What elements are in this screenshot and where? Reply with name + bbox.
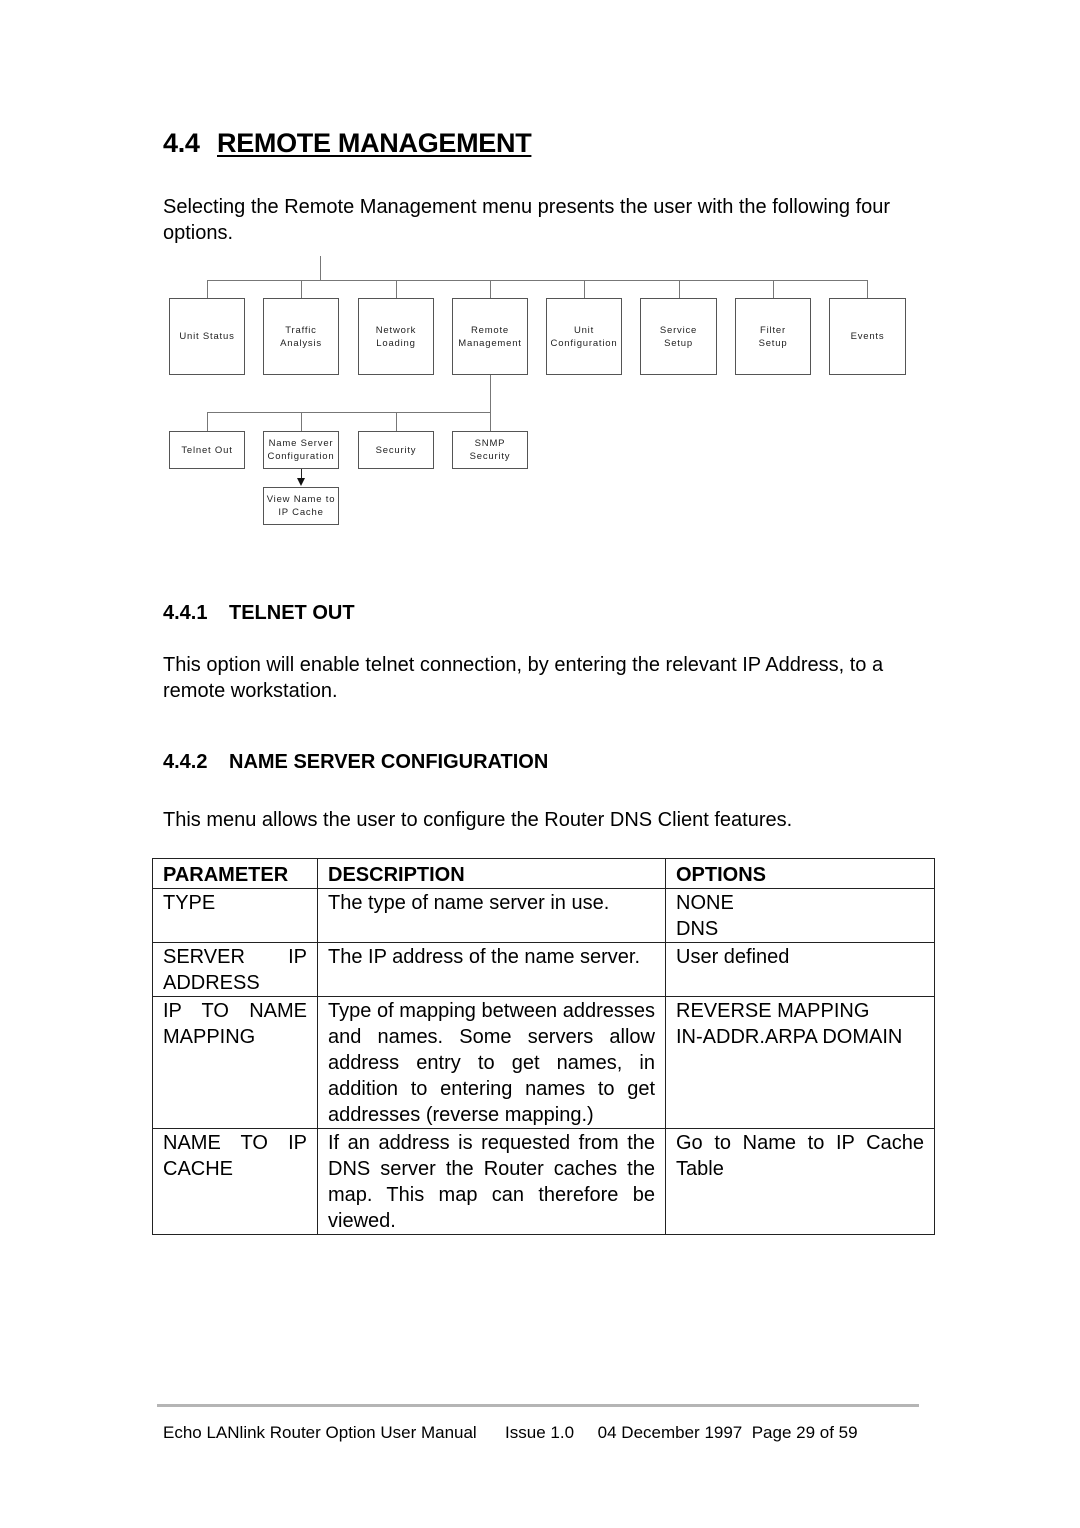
subsection-title: TELNET OUT [229, 602, 355, 624]
cell-description: Type of mapping between addresses and na… [317, 996, 666, 1129]
connector-line [867, 280, 868, 299]
menu-tree-diagram: Unit Status Traffic Analysis Network Loa… [0, 0, 1080, 560]
connector-line [679, 280, 680, 299]
table-row: NAME TO IP CACHE If an address is reques… [152, 1128, 935, 1235]
cell-options: REVERSE MAPPING IN-ADDR.ARPA DOMAIN [665, 996, 935, 1129]
menu-node-snmp-security: SNMP Security [452, 431, 528, 469]
menu-node-unit-configuration: Unit Configuration [546, 298, 622, 375]
connector-line [490, 280, 491, 299]
arrow-down-icon [297, 478, 305, 486]
name-server-paragraph: This menu allows the user to configure t… [163, 809, 793, 831]
page-footer: Echo LANlink Router Option User Manual I… [163, 1423, 858, 1443]
menu-node-unit-status: Unit Status [169, 298, 245, 375]
menu-node-traffic-analysis: Traffic Analysis [263, 298, 339, 375]
cell-parameter: NAME TO IP CACHE [152, 1128, 318, 1235]
cell-options: NONE DNS [665, 888, 935, 943]
table-header-row: PARAMETER DESCRIPTION OPTIONS [152, 858, 935, 889]
menu-node-events: Events [829, 298, 906, 375]
cell-parameter: TYPE [152, 888, 318, 943]
menu-node-filter-setup: Filter Setup [735, 298, 811, 375]
column-header-parameter: PARAMETER [152, 858, 318, 889]
option-value: Go to Name to IP Cache Table [676, 1132, 924, 1180]
connector-line [207, 280, 208, 299]
connector-line [490, 375, 491, 432]
subsection-heading-telnet: 4.4.1 TELNET OUT [163, 602, 355, 625]
connector-line [207, 412, 490, 413]
cell-options: User defined [665, 942, 935, 997]
cell-description: The IP address of the name server. [317, 942, 666, 997]
connector-line [301, 280, 302, 299]
connector-line [396, 280, 397, 299]
connector-line [301, 412, 302, 431]
connector-line [320, 256, 321, 281]
footer-date-page: 04 December 1997 Page 29 of 59 [597, 1423, 858, 1442]
cell-options: Go to Name to IP Cache Table [665, 1128, 935, 1235]
option-value: IN-ADDR.ARPA DOMAIN [676, 1026, 903, 1048]
column-header-options: OPTIONS [665, 858, 935, 889]
subsection-title: NAME SERVER CONFIGURATION [229, 751, 549, 773]
subsection-number: 4.4.2 [163, 751, 208, 773]
option-value: NONE [676, 892, 734, 914]
table-row: SERVER IP ADDRESS The IP address of the … [152, 942, 935, 997]
menu-node-remote-management: Remote Management [452, 298, 528, 375]
parameter-table: PARAMETER DESCRIPTION OPTIONS TYPE The t… [152, 858, 935, 1235]
connector-line [396, 412, 397, 431]
connector-line [207, 280, 868, 281]
option-value: User defined [676, 946, 790, 968]
column-header-description: DESCRIPTION [317, 858, 666, 889]
cell-parameter: SERVER IP ADDRESS [152, 942, 318, 997]
option-value: DNS [676, 918, 719, 940]
cell-description: The type of name server in use. [317, 888, 666, 943]
table-row: IP TO NAME MAPPING Type of mapping betwe… [152, 996, 935, 1129]
cell-parameter: IP TO NAME MAPPING [152, 996, 318, 1129]
connector-line [584, 280, 585, 299]
footer-issue: Issue 1.0 [505, 1423, 575, 1442]
menu-node-name-server-configuration: Name Server Configuration [263, 431, 339, 469]
subsection-heading-name-server: 4.4.2 NAME SERVER CONFIGURATION [163, 751, 548, 774]
menu-node-service-setup: Service Setup [640, 298, 717, 375]
menu-node-view-name-to-ip-cache: View Name to IP Cache [263, 487, 339, 525]
footer-manual-title: Echo LANlink Router Option User Manual [163, 1423, 477, 1442]
connector-line [207, 412, 208, 431]
footer-divider [157, 1404, 919, 1407]
connector-line [773, 280, 774, 299]
table-row: TYPE The type of name server in use. NON… [152, 888, 935, 943]
cell-description: If an address is requested from the DNS … [317, 1128, 666, 1235]
subsection-number: 4.4.1 [163, 602, 208, 624]
telnet-paragraph: This option will enable telnet connectio… [163, 654, 884, 702]
menu-node-telnet-out: Telnet Out [169, 431, 245, 469]
option-value: REVERSE MAPPING [676, 1000, 870, 1022]
menu-node-network-loading: Network Loading [358, 298, 434, 375]
menu-node-security: Security [358, 431, 434, 469]
